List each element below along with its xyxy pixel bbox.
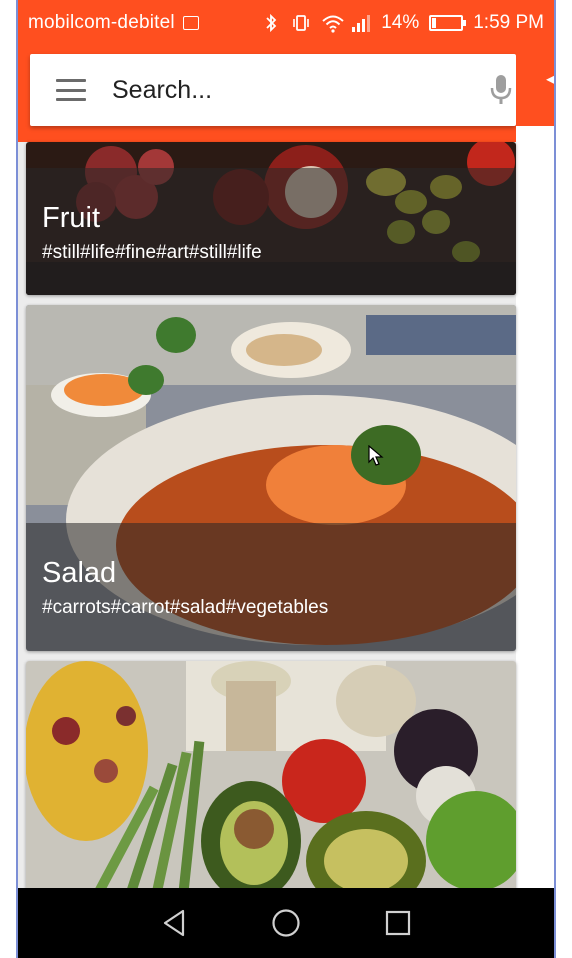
card-fruit[interactable]: Fruit #still#life#fine#art#still#life [26, 142, 516, 295]
search-bar[interactable] [30, 54, 516, 126]
side-panel-body [516, 126, 554, 926]
battery-percent: 14% [381, 12, 420, 33]
card-tags: #carrots#carrot#salad#vegetables [42, 597, 329, 618]
card-vegetables[interactable] [26, 661, 516, 901]
side-arrow-icon[interactable]: ◂ [546, 66, 554, 91]
home-circle-icon[interactable] [266, 903, 306, 943]
status-bar: mobilcom-debitel 14% 1:59 PM [18, 0, 554, 46]
card-title: Salad [42, 557, 117, 589]
search-input[interactable] [112, 75, 472, 105]
microphone-icon[interactable] [488, 73, 514, 107]
wifi-icon [321, 13, 344, 33]
carrier-label: mobilcom-debitel [28, 12, 175, 33]
card-tags: #still#life#fine#art#still#life [42, 242, 262, 263]
frame-right-edge [554, 0, 556, 958]
signal-icon [351, 13, 371, 33]
card-title: Fruit [42, 202, 100, 234]
hamburger-menu-icon[interactable] [56, 79, 86, 101]
back-triangle-icon[interactable] [154, 903, 194, 943]
clock: 1:59 PM [473, 12, 544, 33]
cursor-pointer-icon [368, 445, 384, 466]
phone-screen: mobilcom-debitel 14% 1:59 PM Search... ◂… [18, 0, 554, 958]
card-salad[interactable]: Salad #carrots#carrot#salad#vegetables [26, 305, 516, 651]
battery-icon [429, 15, 467, 31]
status-icons: 14% 1:59 PM [261, 12, 544, 34]
recents-square-icon[interactable] [378, 903, 418, 943]
system-nav-bar [18, 888, 554, 958]
vegetables-image [26, 661, 516, 901]
vibrate-icon [291, 13, 311, 33]
bluetooth-icon [261, 13, 281, 33]
notification-icon [182, 16, 199, 30]
app-bar: ◂ [18, 46, 554, 142]
